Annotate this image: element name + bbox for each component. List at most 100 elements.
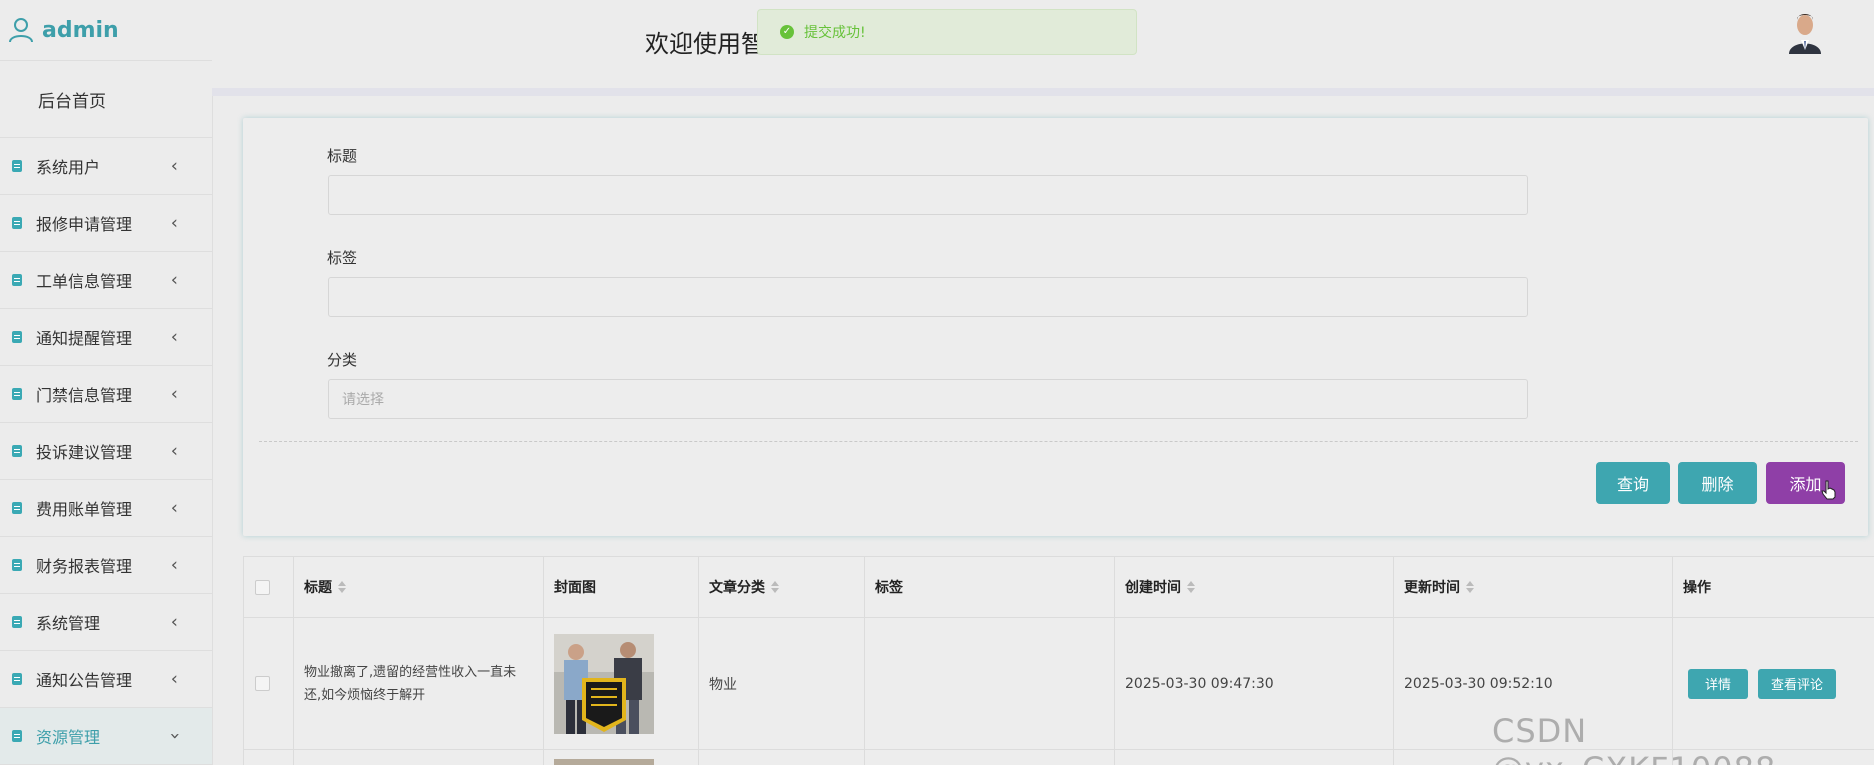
sidebar-item-label: 投诉建议管理: [36, 443, 133, 462]
user-icon: [9, 18, 33, 43]
header-actions-label: 操作: [1683, 580, 1711, 596]
add-button[interactable]: 添加: [1766, 462, 1845, 504]
sidebar-item-label: 门禁信息管理: [36, 386, 133, 405]
sort-icon[interactable]: [338, 581, 346, 593]
search-panel: 标题 标签 分类 请选择 查询 删除 添加: [243, 118, 1868, 536]
header-updated-label: 更新时间: [1404, 580, 1460, 596]
sidebar-item-finance-reports[interactable]: 财务报表管理 ‹: [0, 537, 212, 594]
sidebar-item-work-orders[interactable]: 工单信息管理 ‹: [0, 252, 212, 309]
sidebar-item-label: 系统用户: [36, 158, 101, 177]
sidebar-item-billing[interactable]: 费用账单管理 ‹: [0, 480, 212, 537]
tag-input[interactable]: [328, 277, 1528, 317]
category-label: 分类: [327, 351, 358, 369]
sidebar-item-label: 通知提醒管理: [36, 329, 133, 348]
divider: [259, 441, 1858, 442]
chevron-left-icon: ‹: [170, 155, 178, 177]
document-icon: [12, 502, 22, 514]
sidebar: admin 后台首页 系统用户 ‹ 报修申请管理 ‹ 工单信息管理 ‹ 通知提醒…: [0, 0, 213, 765]
document-icon: [12, 559, 22, 571]
header-actions: 操作: [1673, 557, 1874, 617]
check-circle-icon: ✓: [780, 25, 794, 39]
title-label: 标题: [327, 147, 358, 165]
sort-icon[interactable]: [1466, 581, 1474, 593]
sidebar-item-announcements[interactable]: 通知公告管理 ‹: [0, 651, 212, 708]
document-icon: [12, 331, 22, 343]
sidebar-item-home[interactable]: 后台首页: [0, 61, 212, 138]
header-category-label: 文章分类: [709, 580, 765, 596]
header-created[interactable]: 创建时间: [1115, 557, 1394, 617]
hand-cursor-icon: [1821, 480, 1836, 500]
row-checkbox-cell: [244, 618, 294, 749]
row-cover-cell: [544, 750, 699, 765]
header-tag: 标签: [865, 557, 1115, 617]
sidebar-item-notifications[interactable]: 通知提醒管理 ‹: [0, 309, 212, 366]
watermark: CSDN @vx_CXKF10088: [1492, 712, 1775, 765]
header-cover: 封面图: [544, 557, 699, 617]
sidebar-item-repair-requests[interactable]: 报修申请管理 ‹: [0, 195, 212, 252]
sort-icon[interactable]: [1187, 581, 1195, 593]
brand-name: admin: [42, 17, 119, 43]
chevron-left-icon: ‹: [170, 668, 178, 690]
delete-button[interactable]: 删除: [1678, 462, 1757, 504]
document-icon: [12, 616, 22, 628]
row-cover-cell: [544, 618, 699, 749]
sidebar-item-access-control[interactable]: 门禁信息管理 ‹: [0, 366, 212, 423]
document-icon: [12, 388, 22, 400]
sidebar-item-system-users[interactable]: 系统用户 ‹: [0, 138, 212, 195]
toast-message: 提交成功!: [804, 25, 866, 41]
chevron-left-icon: ‹: [170, 212, 178, 234]
cover-image: [554, 759, 654, 765]
header-category[interactable]: 文章分类: [699, 557, 865, 617]
title-input[interactable]: [328, 175, 1528, 215]
category-placeholder: 请选择: [342, 392, 384, 408]
row-title-cell: [294, 750, 544, 765]
row-tag-cell: [865, 750, 1115, 765]
sidebar-item-label: 报修申请管理: [36, 215, 133, 234]
sidebar-item-label: 财务报表管理: [36, 557, 133, 576]
header-title[interactable]: 标题: [294, 557, 544, 617]
row-category: 物业: [699, 618, 865, 749]
document-icon: [12, 160, 22, 172]
avatar[interactable]: [1786, 10, 1824, 54]
header-created-label: 创建时间: [1125, 580, 1181, 596]
chevron-left-icon: ‹: [170, 440, 178, 462]
chevron-left-icon: ‹: [170, 269, 178, 291]
query-button[interactable]: 查询: [1596, 462, 1670, 504]
document-icon: [12, 445, 22, 457]
chevron-left-icon: ‹: [170, 554, 178, 576]
chevron-left-icon: ‹: [170, 497, 178, 519]
document-icon: [12, 673, 22, 685]
welcome-title: 欢迎使用智: [645, 30, 765, 58]
top-header: 欢迎使用智 ✓ 提交成功!: [212, 0, 1874, 96]
select-all-checkbox[interactable]: [255, 579, 270, 595]
sidebar-item-label: 资源管理: [36, 728, 101, 747]
header-checkbox-cell: [244, 557, 294, 617]
header-updated[interactable]: 更新时间: [1394, 557, 1673, 617]
success-toast: ✓ 提交成功!: [757, 9, 1137, 55]
sidebar-item-complaints[interactable]: 投诉建议管理 ‹: [0, 423, 212, 480]
document-icon: [12, 730, 22, 742]
sidebar-item-label: 系统管理: [36, 614, 101, 633]
row-created-cell: [1115, 750, 1394, 765]
category-select[interactable]: 请选择: [328, 379, 1528, 419]
sort-icon[interactable]: [771, 581, 779, 593]
document-icon: [12, 217, 22, 229]
sidebar-item-label: 通知公告管理: [36, 671, 133, 690]
row-title: 物业撤离了,遗留的经营性收入一直未还,如今烦恼终于解开: [294, 618, 544, 749]
sidebar-item-system-management[interactable]: 系统管理 ‹: [0, 594, 212, 651]
row-category-cell: [699, 750, 865, 765]
sidebar-item-resources[interactable]: 资源管理 ‹: [0, 708, 212, 765]
row-checkbox[interactable]: [255, 676, 270, 691]
row-tag: [865, 618, 1115, 749]
brand: admin: [0, 0, 212, 61]
detail-button[interactable]: 详情: [1688, 668, 1748, 699]
sidebar-item-label: 工单信息管理: [36, 272, 133, 291]
chevron-left-icon: ‹: [170, 383, 178, 405]
header-tag-label: 标签: [875, 580, 903, 596]
sidebar-item-label: 费用账单管理: [36, 500, 133, 519]
document-icon: [12, 274, 22, 286]
row-checkbox-cell: [244, 750, 294, 765]
app-root: admin 后台首页 系统用户 ‹ 报修申请管理 ‹ 工单信息管理 ‹ 通知提醒…: [0, 0, 1874, 765]
view-comments-button[interactable]: 查看评论: [1758, 668, 1836, 699]
header-cover-label: 封面图: [554, 580, 596, 596]
